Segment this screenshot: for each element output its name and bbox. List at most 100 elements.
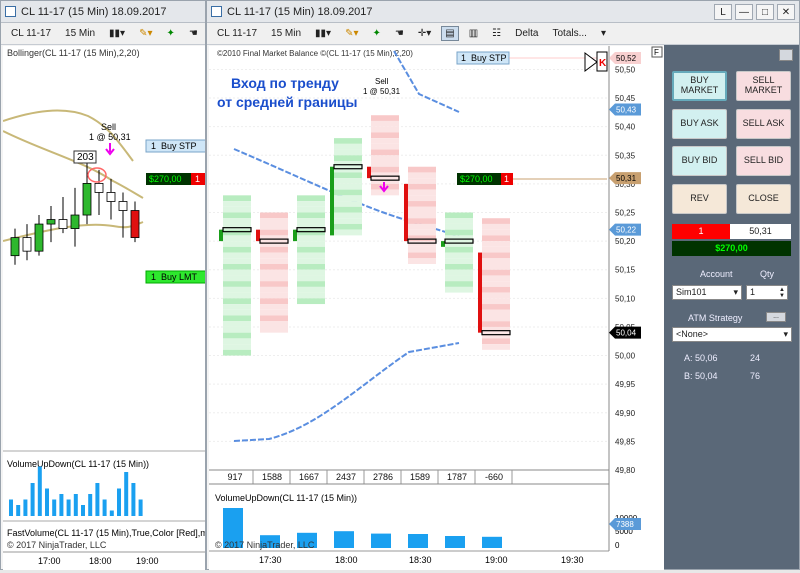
footprint-cell	[260, 321, 288, 327]
candle-body	[367, 166, 371, 179]
main-titlebar[interactable]: CL 11-17 (15 Min) 18.09.2017 L — □ ✕	[207, 1, 799, 23]
footprint-cell	[260, 281, 288, 287]
footprint-cell	[482, 264, 510, 270]
buy-ask-button[interactable]: BUY ASK	[672, 109, 727, 139]
footprint-cell	[297, 281, 325, 287]
close-position-button[interactable]: CLOSE	[736, 184, 791, 214]
left-copyright: © 2017 NinjaTrader, LLC	[7, 540, 107, 550]
footprint-cell	[482, 218, 510, 224]
volume-bar	[408, 534, 428, 548]
crosshair-icon[interactable]: ✛▾	[414, 26, 435, 41]
interval-select[interactable]: 15 Min	[267, 26, 305, 41]
instrument-select[interactable]: CL 11-17	[7, 26, 55, 41]
main-time-label-4: 19:30	[561, 555, 584, 565]
atm-settings-button[interactable]: ...	[766, 312, 786, 322]
left-volume-bar	[23, 499, 28, 516]
footprint-cell	[408, 252, 436, 259]
footprint-cell	[223, 269, 251, 276]
left-titlebar[interactable]: CL 11-17 (15 Min) 18.09.2017	[1, 1, 205, 23]
qty-input[interactable]: 1 ▲ ▼	[746, 285, 788, 300]
footprint-cell	[408, 166, 436, 173]
buy-market-button[interactable]: BUY MARKET	[672, 71, 727, 101]
footprint-cell	[482, 229, 510, 236]
interval-select[interactable]: 15 Min	[61, 26, 99, 41]
totals-select[interactable]: Totals...	[548, 26, 590, 41]
footprint-cell	[297, 235, 325, 242]
left-volume-label: VolumeUpDown(CL 11-17 (15 Min))	[7, 459, 149, 469]
reverse-button[interactable]: REV	[672, 184, 727, 214]
left-volume-bar	[81, 505, 85, 516]
left-chart-area[interactable]: Bollinger(CL 11-17 (15 Min),2,20) 203 Se…	[2, 46, 213, 570]
draw-pencil-icon[interactable]: ✎▾	[341, 26, 362, 41]
footprint-cell	[334, 218, 362, 224]
annotation-line1: Вход по тренду	[231, 75, 339, 91]
properties-icon[interactable]: ☷	[488, 26, 505, 41]
bar-type-icon[interactable]: ▮▮▾	[105, 26, 129, 41]
main-time-label-3: 19:00	[485, 555, 508, 565]
sell-ask-button[interactable]: SELL ASK	[736, 109, 791, 139]
footprint-cell	[371, 149, 399, 156]
footprint-cell	[223, 235, 251, 242]
footprint-cell	[482, 292, 510, 299]
account-select[interactable]: Sim101 ▾	[672, 285, 742, 300]
candle-body	[404, 183, 408, 242]
hand-icon[interactable]: ☚	[185, 26, 202, 41]
buy-bid-button[interactable]: BUY BID	[672, 146, 727, 176]
footprint-cell	[297, 195, 325, 202]
footprint-cell	[297, 292, 325, 299]
main-window-title: CL 11-17 (15 Min) 18.09.2017	[227, 5, 373, 18]
ask-quote-label: A: 50,06	[684, 353, 718, 363]
atm-strategy-value: <None>	[676, 329, 709, 339]
footprint-cell	[408, 246, 436, 253]
footprint-cell	[223, 252, 251, 259]
footprint-cell	[482, 286, 510, 293]
footprint-cell	[408, 195, 436, 202]
footprint-cell	[260, 309, 288, 316]
price-tag-text: 50,43	[616, 106, 637, 115]
left-volume-bar	[30, 483, 35, 516]
candle-body	[219, 229, 223, 242]
instrument-select[interactable]: CL 11-17	[213, 26, 261, 41]
left-candle-body	[94, 183, 104, 193]
order-entry-icon[interactable]: ▤	[441, 26, 459, 41]
footprint-cell	[260, 258, 288, 264]
maximize-button[interactable]: □	[756, 4, 774, 20]
magic-wand-icon[interactable]: ✦	[162, 26, 178, 41]
atm-strategy-select[interactable]: <None> ▾	[672, 327, 792, 342]
close-button[interactable]: ✕	[777, 4, 795, 20]
account-select-value: Sim101	[676, 287, 707, 297]
footprint-cell	[445, 252, 473, 259]
left-position-flag-text: $270,00	[149, 174, 182, 184]
chevron-down-icon: ▾	[733, 287, 738, 297]
bar-type-icon[interactable]: ▮▮▾	[311, 26, 335, 41]
left-buy-stp-label: Buy STP	[161, 141, 197, 151]
magic-wand-icon[interactable]: ✦	[368, 26, 384, 41]
left-sell-note: Sell	[101, 122, 116, 132]
panel-collapse-button[interactable]	[779, 49, 793, 61]
position-pnl: $270,00	[672, 241, 791, 256]
ask-quote-size: 24	[750, 353, 761, 363]
left-candles	[10, 160, 140, 265]
totals-dropdown-icon[interactable]: ▾	[597, 26, 610, 41]
delta-select[interactable]: Delta	[511, 26, 542, 41]
draw-pencil-icon[interactable]: ✎▾	[135, 26, 156, 41]
main-time-label-1: 18:00	[335, 555, 358, 565]
data-box-icon[interactable]: ▥	[465, 26, 482, 41]
left-time-label-0: 17:00	[38, 556, 61, 566]
footprint-cell	[260, 275, 288, 282]
footprint-cell	[223, 309, 251, 316]
price-axis-label: 49,95	[615, 380, 636, 389]
hand-icon[interactable]: ☚	[391, 26, 408, 41]
footprint-cell	[334, 229, 362, 236]
candle-body	[441, 241, 445, 247]
main-chart-area[interactable]: ©2010 Final Market Balance ©(CL 11-17 (1…	[209, 46, 664, 570]
qty-stepper-icon[interactable]: ▲ ▼	[779, 287, 785, 299]
sell-market-button[interactable]: SELL MARKET	[736, 71, 791, 101]
footprint-cell	[408, 189, 436, 196]
footprint-cell	[223, 212, 251, 219]
footprint-cell	[482, 338, 510, 345]
left-volume-bars	[9, 466, 143, 516]
sell-bid-button[interactable]: SELL BID	[736, 146, 791, 176]
link-button[interactable]: L	[714, 4, 732, 20]
minimize-button[interactable]: —	[735, 4, 753, 20]
